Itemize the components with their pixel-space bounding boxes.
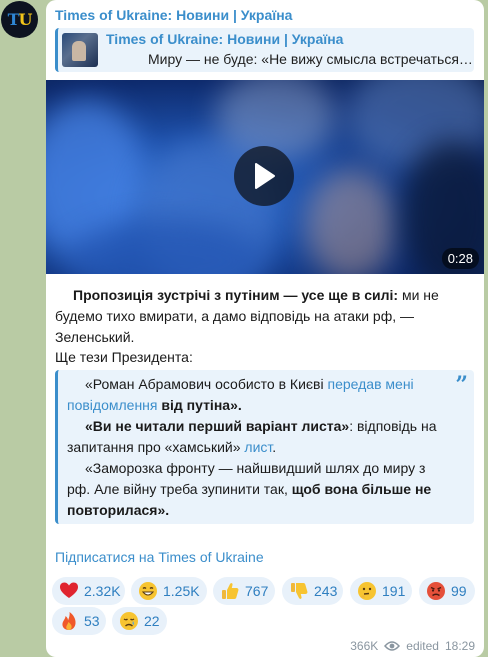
channel-avatar[interactable]: TU [1,1,38,38]
message-bubble: Times of Ukraine: Новини | Україна Times… [46,0,484,657]
video-player[interactable]: 0:28 [46,80,484,274]
reaction-count: 99 [451,583,467,599]
angry-face-icon [426,581,446,601]
reply-text: Миру — не буде: «Не вижу смысла встречат… [148,51,474,67]
quote-line-2: «Ви не читали перший варіант листа»: від… [67,416,450,458]
video-duration: 0:28 [441,248,479,269]
edited-label: edited [406,639,439,653]
reaction-crying[interactable]: 22 [112,607,167,635]
quote-line-3: «Заморозка фронту — найшвидший шлях до м… [67,458,450,521]
reaction-thumbs-down[interactable]: 243 [282,577,343,605]
reaction-count: 53 [84,613,100,629]
grinning-face-icon [138,581,158,601]
quote-mark-icon: ” [455,372,468,398]
reaction-angry[interactable]: 99 [419,577,475,605]
reaction-fire[interactable]: 53 [52,607,106,635]
post-paragraph-1: Пропозиція зустрічі з путіним — усе ще в… [55,285,475,348]
eye-icon [384,641,401,651]
fire-icon [59,611,79,631]
play-button[interactable] [234,146,294,206]
quote-text: «Роман Абрамович особисто в Києві [85,376,328,392]
blockquote: «Роман Абрамович особисто в Києві переда… [55,370,474,524]
reaction-count: 22 [144,613,160,629]
reply-preview[interactable]: Times of Ukraine: Новини | Україна Миру … [55,28,474,72]
thumbs-up-icon [220,581,240,601]
play-icon [255,163,275,189]
subscribe-link[interactable]: Підписатися на Times of Ukraine [55,549,264,565]
reaction-heart[interactable]: 2.32K [52,577,125,605]
reaction-count: 243 [314,583,338,599]
reply-title: Times of Ukraine: Новини | Україна [106,31,344,47]
red-heart-icon [59,581,79,601]
crying-face-icon [119,611,139,631]
reply-thumbnail [62,33,98,67]
reaction-count: 191 [382,583,406,599]
quote-bold: від путіна». [157,397,242,413]
avatar-letter-u: U [18,10,32,29]
quote-text: . [272,439,277,455]
view-count: 366K [350,639,379,653]
thinking-face-icon [357,581,377,601]
channel-name[interactable]: Times of Ukraine: Новини | Україна [55,7,292,23]
reaction-count: 2.32K [84,583,121,599]
avatar-letter-t: T [7,10,20,29]
quote-link-letter[interactable]: лист [244,439,272,455]
reaction-grin[interactable]: 1.25K [131,577,207,605]
message-time: 18:29 [444,639,475,653]
post-paragraph-2: Ще тези Президента: [55,349,193,365]
quote-bold: «Ви не читали перший варіант листа» [85,418,350,434]
thumbs-down-icon [289,581,309,601]
reaction-count: 1.25K [163,583,200,599]
reaction-thinking[interactable]: 191 [350,577,412,605]
reaction-count: 767 [245,583,269,599]
reaction-thumbs-up[interactable]: 767 [213,577,275,605]
quote-text: . [165,502,170,518]
message-footer: 366K edited 18:29 [350,639,475,653]
post-lead-bold: Пропозиція зустрічі з путіним — усе ще в… [73,287,399,303]
quote-line-1: «Роман Абрамович особисто в Києві переда… [67,374,450,416]
